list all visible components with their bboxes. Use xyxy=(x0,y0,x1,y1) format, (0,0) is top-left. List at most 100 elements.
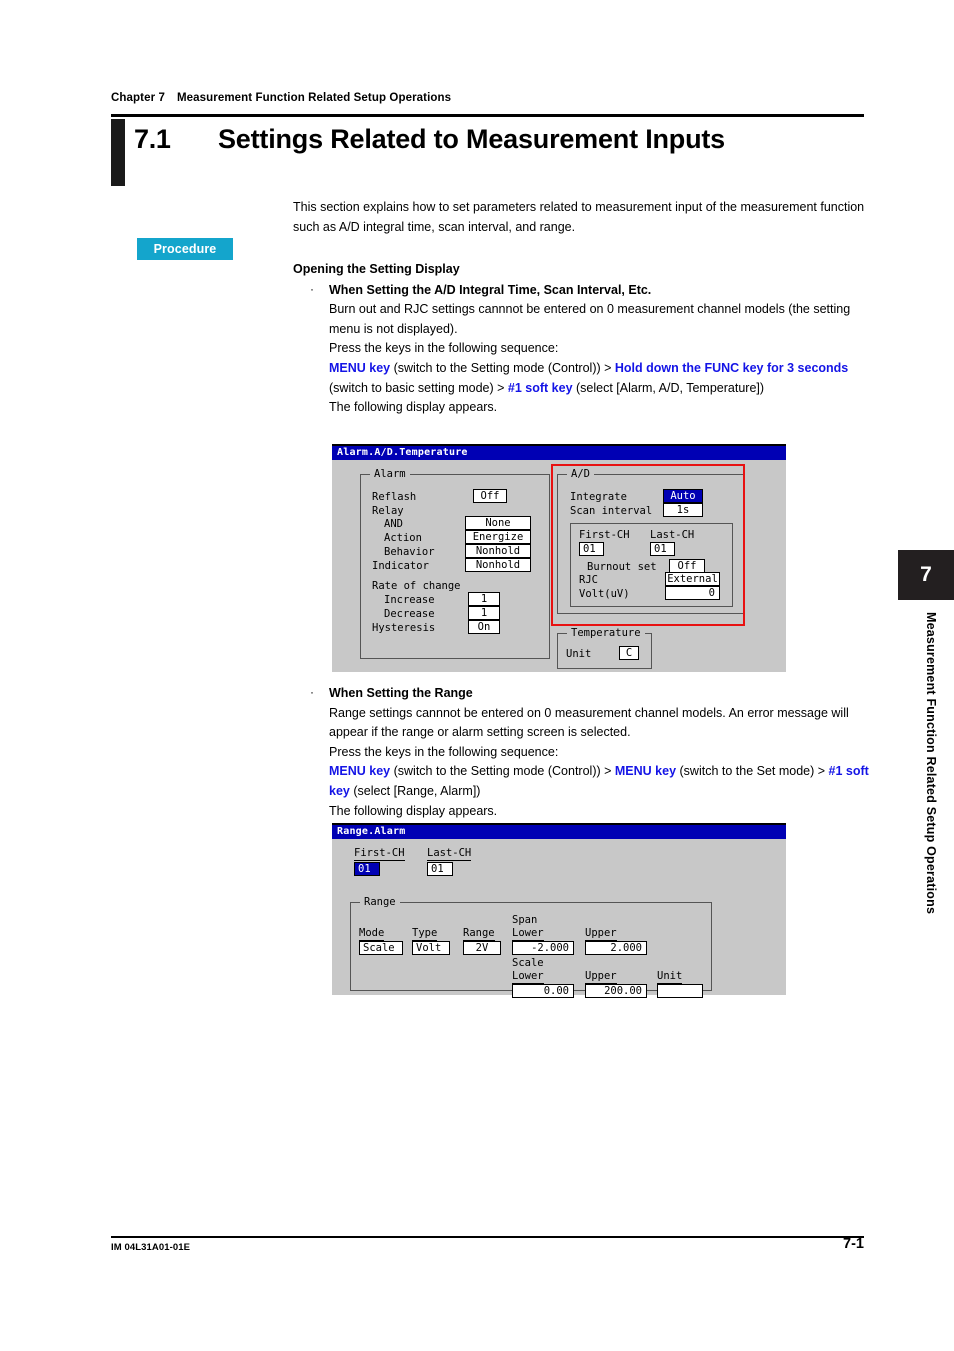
body-content-2: · When Setting the Range Range settings … xyxy=(293,683,873,821)
body-content: Opening the Setting Display · When Setti… xyxy=(293,260,873,418)
bullet-icon: · xyxy=(310,281,314,296)
temperature-group-caption: Temperature xyxy=(567,627,645,639)
rjc-label: RJC xyxy=(579,574,598,586)
first-ch-label: First-CH xyxy=(579,529,630,541)
chapter-tab-number: 7 xyxy=(898,550,954,600)
span-lower-label: Lower xyxy=(512,927,544,941)
indicator-label: Indicator xyxy=(372,560,429,572)
chapter-running-head: Chapter 7 Measurement Function Related Se… xyxy=(111,92,451,104)
screen2-title-bar: Range.Alarm xyxy=(332,823,786,839)
procedure-item-range: · When Setting the Range Range settings … xyxy=(293,684,873,821)
decrease-field[interactable]: 1 xyxy=(468,606,500,620)
opening-heading: Opening the Setting Display xyxy=(293,262,460,276)
span-lower-field[interactable]: -2.000 xyxy=(512,941,574,955)
procedure-badge: Procedure xyxy=(137,238,233,260)
increase-field[interactable]: 1 xyxy=(468,592,500,606)
item1-subheading: When Setting the A/D Integral Time, Scan… xyxy=(329,282,652,297)
relay-label: Relay xyxy=(372,505,404,517)
screen2-first-ch-field[interactable]: 01 xyxy=(354,862,380,876)
span-upper-label: Upper xyxy=(585,927,617,941)
item1-key-sequence: MENU key (switch to the Setting mode (Co… xyxy=(329,359,873,398)
scan-interval-label: Scan interval xyxy=(570,505,653,517)
screen2-first-ch-label: First-CH xyxy=(354,847,405,861)
first-ch-field[interactable]: 01 xyxy=(579,542,604,556)
temperature-unit-label: Unit xyxy=(566,648,592,660)
item1-note: Burn out and RJC settings cannnot be ent… xyxy=(329,302,851,336)
behavior-field[interactable]: Nonhold xyxy=(465,544,531,558)
mode-label: Mode xyxy=(359,927,385,941)
page-number: 7-1 xyxy=(843,1236,864,1252)
mode-field[interactable]: Scale xyxy=(359,941,403,955)
item2-note: Range settings cannnot be entered on 0 m… xyxy=(329,705,849,740)
range-group-caption: Range xyxy=(360,896,400,908)
temperature-unit-field[interactable]: C xyxy=(619,646,639,660)
reflash-field[interactable]: Off xyxy=(473,489,507,503)
burnout-set-label: Burnout set xyxy=(587,561,657,573)
and-label: AND xyxy=(384,518,403,530)
item1-appears-line: The following display appears. xyxy=(329,400,498,415)
bullet-icon-2: · xyxy=(310,685,314,699)
item1-text-3: (select [Alarm, A/D, Temperature]) xyxy=(572,380,765,395)
item2-appears-line: The following display appears. xyxy=(329,803,498,818)
screen1-body: Alarm Reflash Off Relay AND None Action … xyxy=(332,460,786,688)
section-accent-bar xyxy=(111,119,125,186)
scale-unit-label: Unit xyxy=(657,970,683,984)
ad-group-caption: A/D xyxy=(567,468,594,480)
alarm-group-caption: Alarm xyxy=(370,468,410,480)
intro-paragraph: This section explains how to set paramet… xyxy=(293,200,865,234)
screen2-last-ch-label: Last-CH xyxy=(427,847,472,861)
rate-of-change-label: Rate of change xyxy=(372,580,461,592)
hysteresis-label: Hysteresis xyxy=(372,622,436,634)
type-field[interactable]: Volt xyxy=(412,941,450,955)
screen2-body: First-CH 01 Last-CH 01 Range Mode Scale … xyxy=(332,839,786,1011)
increase-label: Increase xyxy=(384,594,435,606)
scale-unit-field[interactable] xyxy=(657,984,703,998)
integrate-label: Integrate xyxy=(570,491,627,503)
action-field[interactable]: Energize xyxy=(465,530,531,544)
document-id: IM 04L31A01-01E xyxy=(111,1242,191,1253)
chapter-label: Chapter 7 xyxy=(111,92,165,104)
and-field[interactable]: None xyxy=(465,516,531,530)
footer-rule xyxy=(111,1236,864,1238)
action-label: Action xyxy=(384,532,422,544)
hysteresis-field[interactable]: On xyxy=(468,620,500,634)
item2-subheading: When Setting the Range xyxy=(329,686,473,700)
screen1-title-bar: Alarm.A/D.Temperature xyxy=(332,444,786,460)
section-number: 7.1 xyxy=(134,124,171,154)
type-label: Type xyxy=(412,927,438,941)
span-upper-field[interactable]: 2.000 xyxy=(585,941,647,955)
range-field[interactable]: 2V xyxy=(463,941,501,955)
item2-text-1: (switch to the Setting mode (Control)) > xyxy=(390,764,615,779)
scale-label: Scale xyxy=(512,957,544,969)
item1-key-3: #1 soft key xyxy=(507,380,573,395)
item2-text-3: (select [Range, Alarm]) xyxy=(349,783,481,798)
scale-upper-field[interactable]: 200.00 xyxy=(585,984,647,998)
range-label: Range xyxy=(463,927,495,941)
item2-key-1: MENU key xyxy=(329,764,391,779)
reflash-label: Reflash xyxy=(372,491,417,503)
item1-press-line: Press the keys in the following sequence… xyxy=(329,341,559,356)
rjc-field[interactable]: External xyxy=(665,572,720,586)
screen2-last-ch-field[interactable]: 01 xyxy=(427,862,453,876)
item2-key-sequence: MENU key (switch to the Setting mode (Co… xyxy=(329,762,873,801)
volt-uv-field[interactable]: 0 xyxy=(665,586,720,600)
indicator-field[interactable]: Nonhold xyxy=(465,558,531,572)
page-title: Settings Related to Measurement Inputs xyxy=(218,124,725,154)
scale-upper-label: Upper xyxy=(585,970,617,984)
burnout-set-field[interactable]: Off xyxy=(669,559,705,573)
device-screenshot-range-alarm: Range.Alarm First-CH 01 Last-CH 01 Range… xyxy=(332,823,786,998)
volt-uv-label: Volt(uV) xyxy=(579,588,630,600)
item2-text-2: (switch to the Set mode) > xyxy=(676,764,829,779)
scale-lower-field[interactable]: 0.00 xyxy=(512,984,574,998)
item1-text-2: (switch to basic setting mode) > xyxy=(329,380,508,395)
item1-text-1: (switch to the Setting mode (Control)) > xyxy=(390,360,615,375)
scan-interval-field[interactable]: 1s xyxy=(663,503,703,517)
last-ch-label: Last-CH xyxy=(650,529,695,541)
item1-key-2: Hold down the FUNC key for 3 seconds xyxy=(614,360,849,375)
behavior-label: Behavior xyxy=(384,546,435,558)
header-rule xyxy=(111,114,864,117)
integrate-field[interactable]: Auto xyxy=(663,489,703,503)
item1-key-1: MENU key xyxy=(329,360,391,375)
procedure-item-ad-integral: · When Setting the A/D Integral Time, Sc… xyxy=(293,281,873,418)
last-ch-field[interactable]: 01 xyxy=(650,542,675,556)
